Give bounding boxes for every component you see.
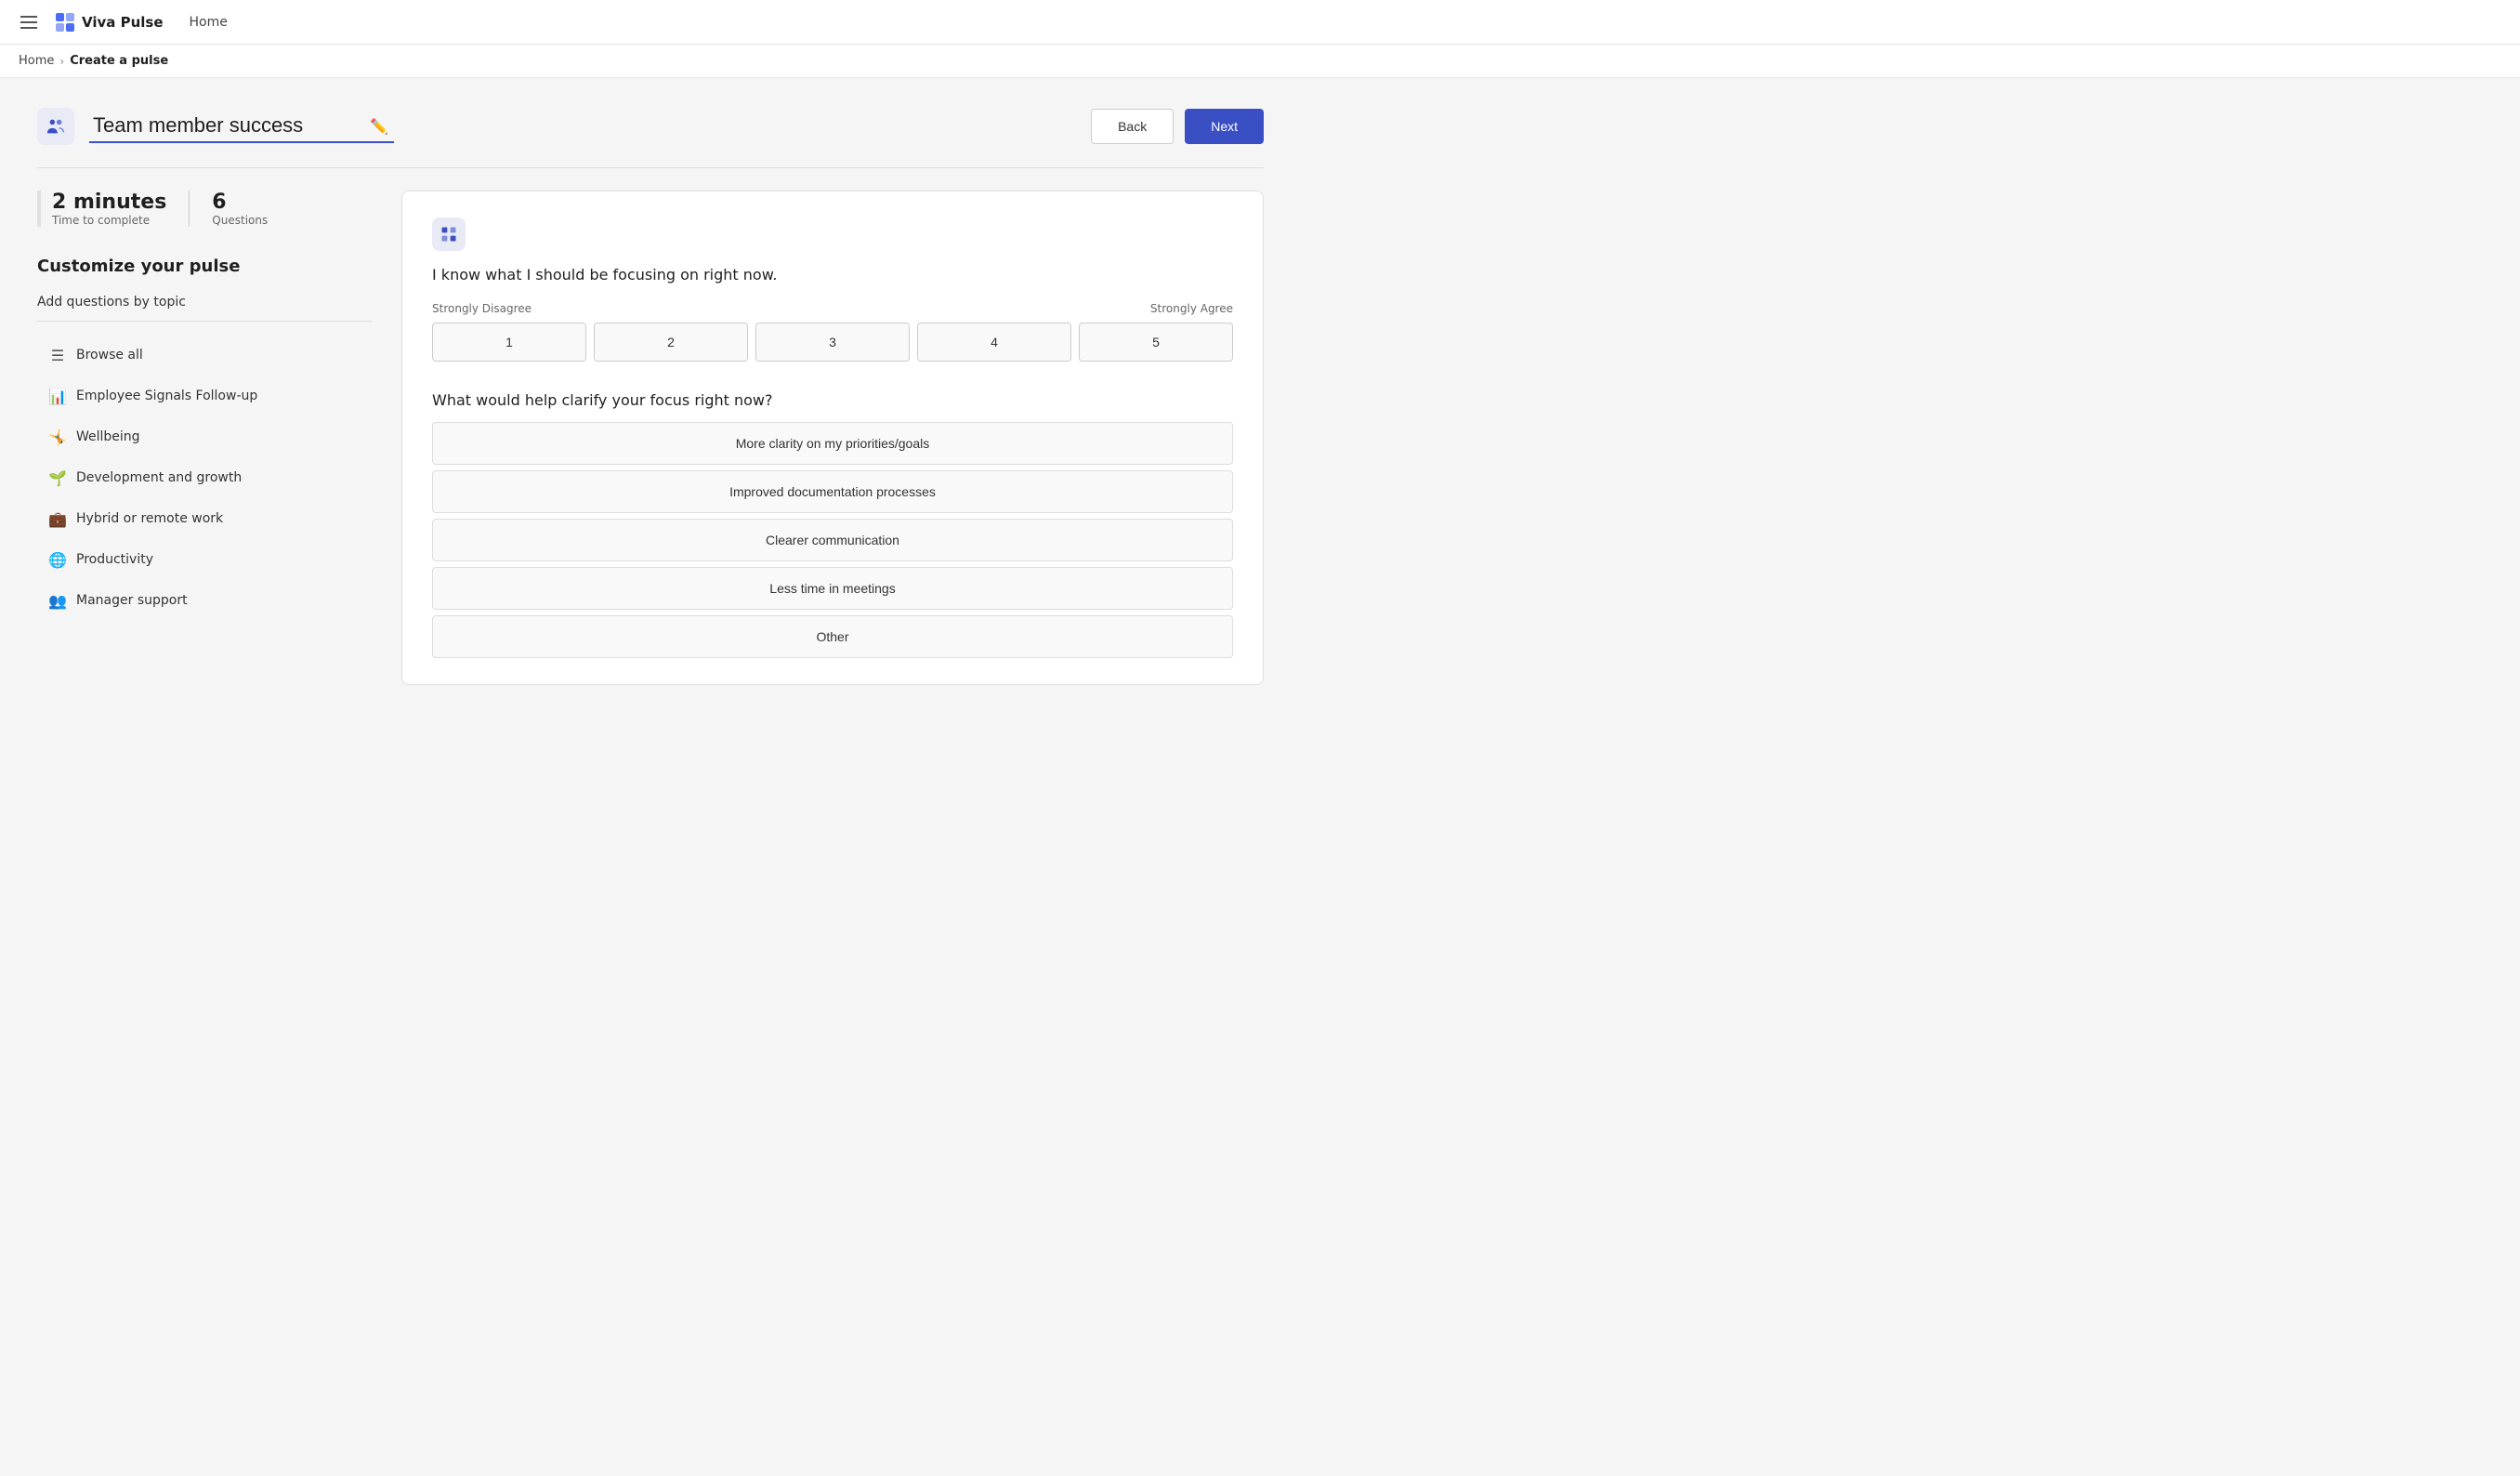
top-navigation: Viva Pulse Home bbox=[0, 0, 2520, 45]
choice-btn-communication[interactable]: Clearer communication bbox=[432, 519, 1233, 561]
topic-item-development[interactable]: 🌱 Development and growth bbox=[37, 459, 372, 496]
time-stat: 2 minutes Time to complete bbox=[52, 191, 190, 227]
question-card-icon bbox=[432, 217, 466, 251]
scale-low-label: Strongly Disagree bbox=[432, 302, 532, 315]
questions-stat: 6 Questions bbox=[212, 191, 290, 227]
time-value: 2 minutes bbox=[52, 191, 166, 214]
topic-item-employee-signals[interactable]: 📊 Employee Signals Follow-up bbox=[37, 377, 372, 415]
topic-label-productivity: Productivity bbox=[76, 552, 153, 567]
scale-btn-5[interactable]: 5 bbox=[1079, 323, 1233, 362]
back-button[interactable]: Back bbox=[1091, 109, 1174, 144]
browse-all-icon: ☰ bbox=[48, 346, 67, 364]
topic-item-productivity[interactable]: 🌐 Productivity bbox=[37, 541, 372, 578]
pulse-icon bbox=[37, 108, 74, 145]
choice-btn-documentation[interactable]: Improved documentation processes bbox=[432, 470, 1233, 513]
choice-list: More clarity on my priorities/goals Impr… bbox=[432, 422, 1233, 658]
pulse-title-input[interactable] bbox=[89, 110, 394, 143]
next-button[interactable]: Next bbox=[1185, 109, 1264, 144]
breadcrumb-current: Create a pulse bbox=[70, 54, 168, 68]
topic-list: ☰ Browse all 📊 Employee Signals Follow-u… bbox=[37, 336, 372, 619]
topic-item-manager-support[interactable]: 👥 Manager support bbox=[37, 582, 372, 619]
wellbeing-icon: 🤸 bbox=[48, 428, 67, 446]
topic-label-development: Development and growth bbox=[76, 470, 242, 485]
header-divider bbox=[37, 167, 1264, 168]
productivity-icon: 🌐 bbox=[48, 550, 67, 569]
manager-support-icon: 👥 bbox=[48, 591, 67, 610]
scale-btn-3[interactable]: 3 bbox=[755, 323, 910, 362]
topic-divider bbox=[37, 321, 372, 322]
viva-pulse-logo-icon bbox=[54, 11, 76, 33]
topic-item-wellbeing[interactable]: 🤸 Wellbeing bbox=[37, 418, 372, 455]
breadcrumb-separator: › bbox=[59, 55, 64, 68]
question1-text: I know what I should be focusing on righ… bbox=[432, 266, 1233, 283]
time-label: Time to complete bbox=[52, 214, 166, 227]
scale-btn-4[interactable]: 4 bbox=[917, 323, 1071, 362]
stats-row: 2 minutes Time to complete 6 Questions bbox=[37, 191, 372, 227]
edit-icon: ✏️ bbox=[370, 118, 388, 136]
right-panel: I know what I should be focusing on righ… bbox=[401, 191, 1264, 685]
header-row: ✏️ Back Next bbox=[37, 108, 1264, 145]
scale-buttons: 1 2 3 4 5 bbox=[432, 323, 1233, 362]
topic-label-wellbeing: Wellbeing bbox=[76, 429, 140, 444]
hybrid-icon: 💼 bbox=[48, 509, 67, 528]
scale-btn-1[interactable]: 1 bbox=[432, 323, 586, 362]
topic-section-label: Add questions by topic bbox=[37, 295, 372, 310]
scale-btn-2[interactable]: 2 bbox=[594, 323, 748, 362]
app-logo: Viva Pulse bbox=[54, 11, 164, 33]
scale-labels: Strongly Disagree Strongly Agree bbox=[432, 302, 1233, 315]
topic-label-employee-signals: Employee Signals Follow-up bbox=[76, 389, 257, 403]
topic-label-hybrid: Hybrid or remote work bbox=[76, 511, 223, 526]
question2-text: What would help clarify your focus right… bbox=[432, 391, 1233, 409]
topic-item-hybrid[interactable]: 💼 Hybrid or remote work bbox=[37, 500, 372, 537]
grid-icon bbox=[440, 225, 458, 244]
development-icon: 🌱 bbox=[48, 468, 67, 487]
questions-value: 6 bbox=[212, 191, 268, 214]
choice-btn-priorities[interactable]: More clarity on my priorities/goals bbox=[432, 422, 1233, 465]
scale-high-label: Strongly Agree bbox=[1150, 302, 1233, 315]
topic-label-browse-all: Browse all bbox=[76, 348, 143, 362]
topic-label-manager-support: Manager support bbox=[76, 593, 188, 608]
customize-title: Customize your pulse bbox=[37, 257, 372, 276]
choice-btn-meetings[interactable]: Less time in meetings bbox=[432, 567, 1233, 610]
header-buttons: Back Next bbox=[1091, 109, 1264, 144]
title-area: ✏️ bbox=[37, 108, 394, 145]
topic-item-browse-all[interactable]: ☰ Browse all bbox=[37, 336, 372, 374]
employee-signals-icon: 📊 bbox=[48, 387, 67, 405]
breadcrumb: Home › Create a pulse bbox=[0, 45, 2520, 78]
breadcrumb-home[interactable]: Home bbox=[19, 54, 54, 68]
main-layout: 2 minutes Time to complete 6 Questions C… bbox=[37, 191, 1264, 685]
hamburger-menu[interactable] bbox=[15, 10, 43, 34]
questions-label: Questions bbox=[212, 214, 268, 227]
choice-btn-other[interactable]: Other bbox=[432, 615, 1233, 658]
nav-home-link[interactable]: Home bbox=[190, 15, 228, 30]
left-panel: 2 minutes Time to complete 6 Questions C… bbox=[37, 191, 372, 619]
people-icon bbox=[46, 116, 66, 137]
page-content: ✏️ Back Next 2 minutes Time to complete … bbox=[0, 78, 1301, 715]
app-name: Viva Pulse bbox=[82, 14, 164, 31]
title-input-wrapper: ✏️ bbox=[89, 110, 394, 143]
